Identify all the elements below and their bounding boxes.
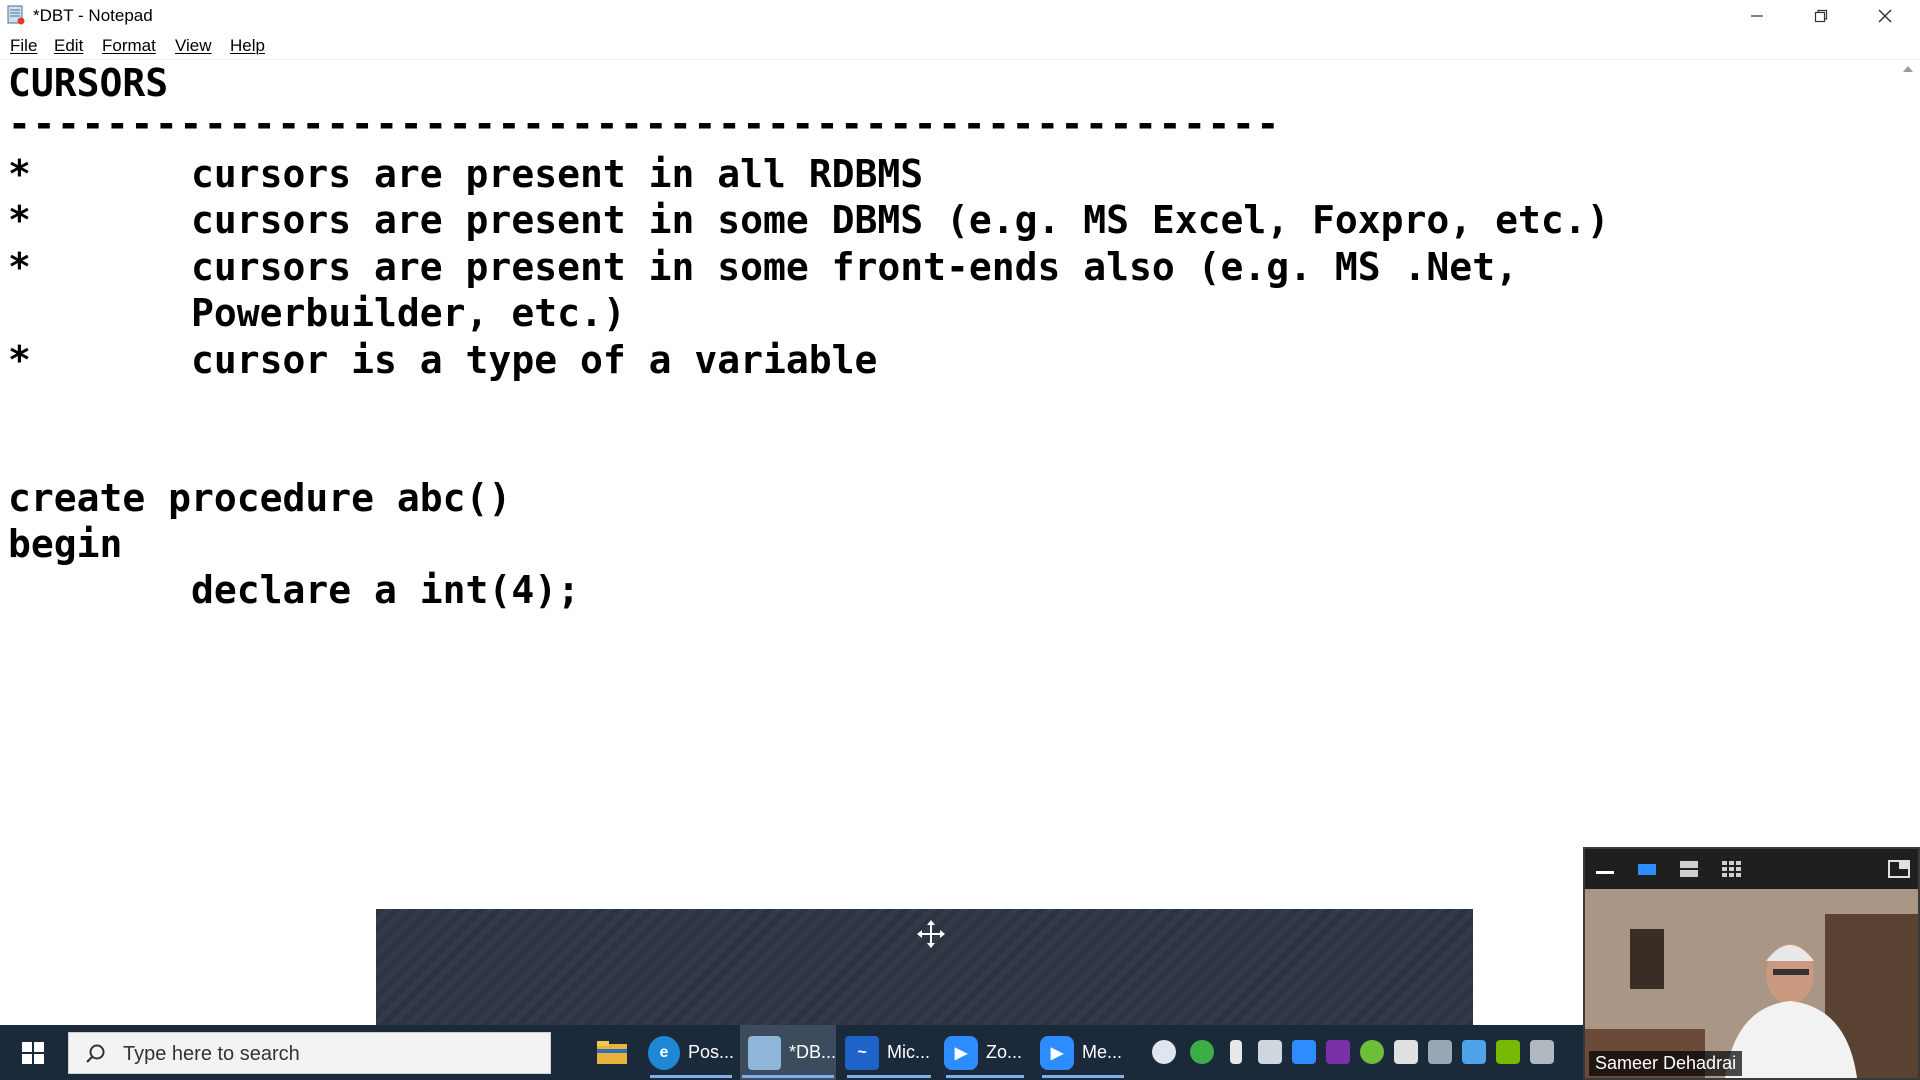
taskbar-app-label: *DB... [788, 1042, 836, 1062]
participant-video-image [1585, 889, 1918, 1078]
zoom-meeting-icon: ▶ [1040, 1035, 1074, 1070]
minimize-button[interactable] [1727, 0, 1787, 31]
screen-share-toolbar-panel[interactable] [376, 909, 1473, 1025]
pop-out-icon[interactable] [1888, 860, 1910, 878]
taskbar-notepad[interactable]: *DB... [740, 1025, 836, 1080]
title-bar: *DBT - Notepad [0, 0, 1920, 31]
snowflake-icon[interactable] [1462, 1040, 1486, 1064]
taskbar-app-label: Zo... [986, 1042, 1023, 1062]
wifi-icon[interactable] [1428, 1040, 1452, 1064]
zoom-tray-icon[interactable] [1292, 1040, 1316, 1064]
close-icon [1878, 9, 1892, 22]
windows-logo-icon [22, 1041, 44, 1064]
edge-icon: e [648, 1035, 680, 1070]
search-icon [86, 1044, 105, 1063]
battery-icon[interactable] [1258, 1040, 1282, 1064]
close-button[interactable] [1855, 0, 1915, 31]
stacked-view-icon[interactable] [1679, 860, 1699, 878]
display-icon[interactable] [1530, 1040, 1554, 1064]
menu-edit[interactable]: Edit [54, 36, 83, 56]
app-tray-icon[interactable] [1360, 1040, 1384, 1064]
move-icon[interactable] [916, 919, 946, 949]
minimize-video-icon[interactable] [1595, 861, 1615, 877]
taskbar-search-box[interactable]: Type here to search [68, 1032, 551, 1074]
onenote-icon[interactable] [1326, 1040, 1350, 1064]
nvidia-icon[interactable] [1496, 1040, 1520, 1064]
menu-view[interactable]: View [175, 36, 212, 56]
speaker-view-icon[interactable] [1637, 861, 1657, 877]
check-icon[interactable] [1190, 1040, 1214, 1064]
taskbar-whiteboard[interactable]: ~ Mic... [845, 1025, 933, 1080]
taskbar-zoom-meeting[interactable]: ▶ Me... [1040, 1025, 1126, 1080]
editor-line: declare a int(4); [8, 568, 580, 612]
running-indicator [946, 1075, 1024, 1078]
running-indicator [1042, 1075, 1124, 1078]
editor-line: create procedure abc() [8, 476, 512, 520]
participant-name-label: Sameer Dehadrai [1589, 1051, 1743, 1076]
help-icon[interactable] [1152, 1040, 1176, 1064]
menu-file[interactable]: File [10, 36, 37, 56]
start-button[interactable] [0, 1025, 66, 1080]
menu-help[interactable]: Help [230, 36, 265, 56]
taskbar-zoom[interactable]: ▶ Zo... [944, 1025, 1026, 1080]
shield-icon[interactable] [1394, 1040, 1418, 1064]
participant-video: Sameer Dehadrai [1585, 889, 1918, 1078]
running-indicator [650, 1075, 732, 1078]
menu-bar: File Edit Format View Help [0, 31, 1920, 60]
video-toolbar [1585, 849, 1918, 889]
taskbar-file-explorer[interactable] [590, 1025, 634, 1080]
gallery-view-icon[interactable] [1721, 860, 1741, 878]
taskbar-app-label: Mic... [887, 1042, 930, 1062]
vertical-scrollbar[interactable] [1896, 60, 1920, 855]
notepad-icon [7, 5, 25, 25]
notepad-icon [748, 1035, 781, 1070]
scroll-up-arrow-icon[interactable] [1903, 66, 1913, 72]
microphone-icon[interactable] [1230, 1040, 1242, 1064]
editor-line: begin [8, 522, 123, 566]
taskbar-app-label: Me... [1082, 1042, 1123, 1062]
running-indicator [742, 1075, 834, 1078]
editor-line: CURSORS [8, 61, 169, 105]
window-title: *DBT - Notepad [33, 6, 153, 25]
taskbar-edge[interactable]: e Pos... [648, 1025, 734, 1080]
minimize-icon [1751, 14, 1763, 17]
video-panel[interactable]: Sameer Dehadrai [1583, 847, 1920, 1080]
menu-format[interactable]: Format [102, 36, 156, 56]
editor-line: Powerbuilder, etc.) [8, 291, 626, 335]
taskbar-app-label: Pos... [687, 1042, 734, 1062]
editor-line: * cursors are present in some DBMS (e.g.… [8, 198, 1610, 242]
editor-line: * cursors are present in some front-ends… [8, 245, 1518, 289]
editor-line: * cursors are present in all RDBMS [8, 152, 924, 196]
search-placeholder: Type here to search [123, 1043, 300, 1065]
zoom-icon: ▶ [944, 1035, 978, 1070]
whiteboard-icon: ~ [845, 1035, 879, 1070]
running-indicator [847, 1075, 931, 1078]
file-explorer-icon [597, 1040, 627, 1064]
restore-icon [1814, 9, 1828, 22]
editor-line: ----------------------------------------… [8, 102, 1281, 146]
restore-button[interactable] [1791, 0, 1851, 31]
editor-line: * cursor is a type of a variable [8, 338, 878, 382]
